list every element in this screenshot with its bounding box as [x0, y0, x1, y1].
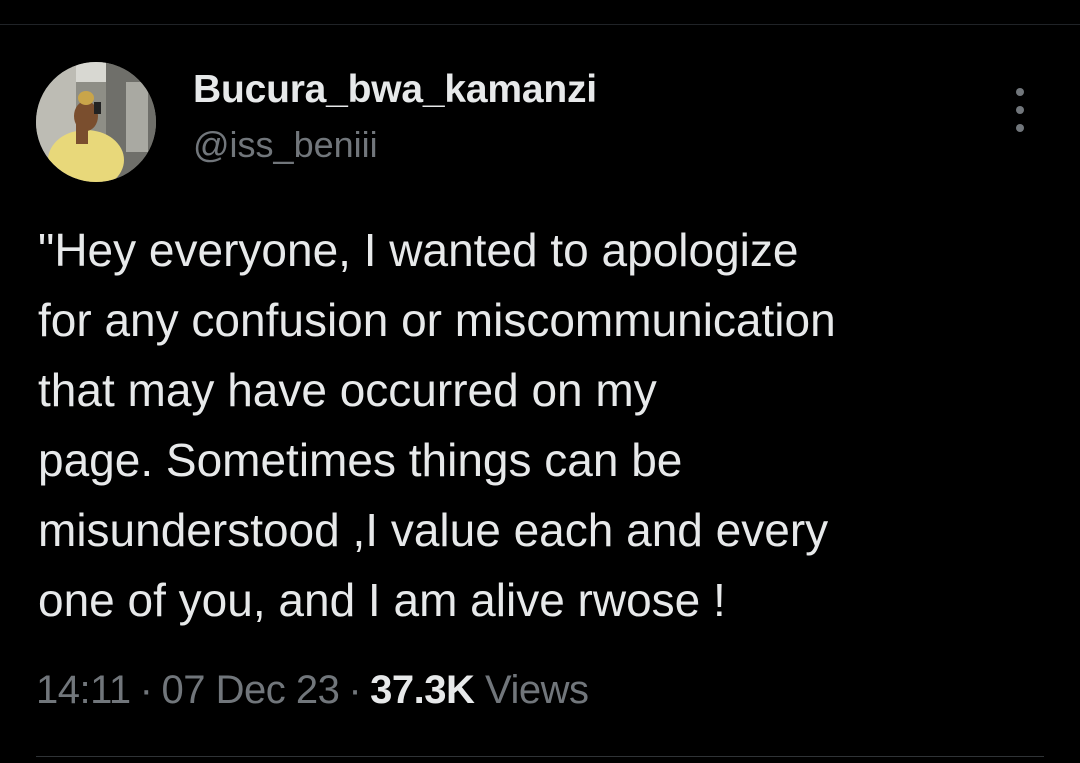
bottom-divider	[36, 756, 1044, 757]
top-divider	[0, 24, 1080, 25]
more-options-icon[interactable]	[1004, 88, 1036, 132]
tweet-date[interactable]: 07 Dec 23	[161, 668, 339, 712]
more-dot	[1016, 88, 1024, 96]
more-dot	[1016, 124, 1024, 132]
meta-separator: ·	[348, 668, 362, 712]
tweet-line: misunderstood ,I value each and every	[38, 504, 829, 556]
tweet-line: page. Sometimes things can be	[38, 434, 683, 486]
avatar-image	[36, 62, 156, 182]
tweet-line: one of you, and I am alive rwose !	[38, 574, 726, 626]
author-display-name[interactable]: Bucura_bwa_kamanzi	[193, 68, 597, 112]
meta-separator: ·	[139, 668, 153, 712]
views-count[interactable]: 37.3K	[370, 668, 475, 712]
views-label[interactable]: Views	[485, 668, 589, 712]
tweet-line: "Hey everyone, I wanted to apologize	[38, 224, 799, 276]
author-handle[interactable]: @iss_beniii	[193, 124, 378, 166]
avatar[interactable]	[36, 62, 156, 182]
tweet-line: that may have occurred on my	[38, 364, 657, 416]
more-dot	[1016, 106, 1024, 114]
tweet-text: "Hey everyone, I wanted to apologize for…	[38, 215, 1048, 635]
tweet-meta: 14:11 · 07 Dec 23 · 37.3K Views	[36, 668, 589, 713]
tweet-time[interactable]: 14:11	[36, 668, 131, 712]
tweet-line: for any confusion or miscommunication	[38, 294, 836, 346]
